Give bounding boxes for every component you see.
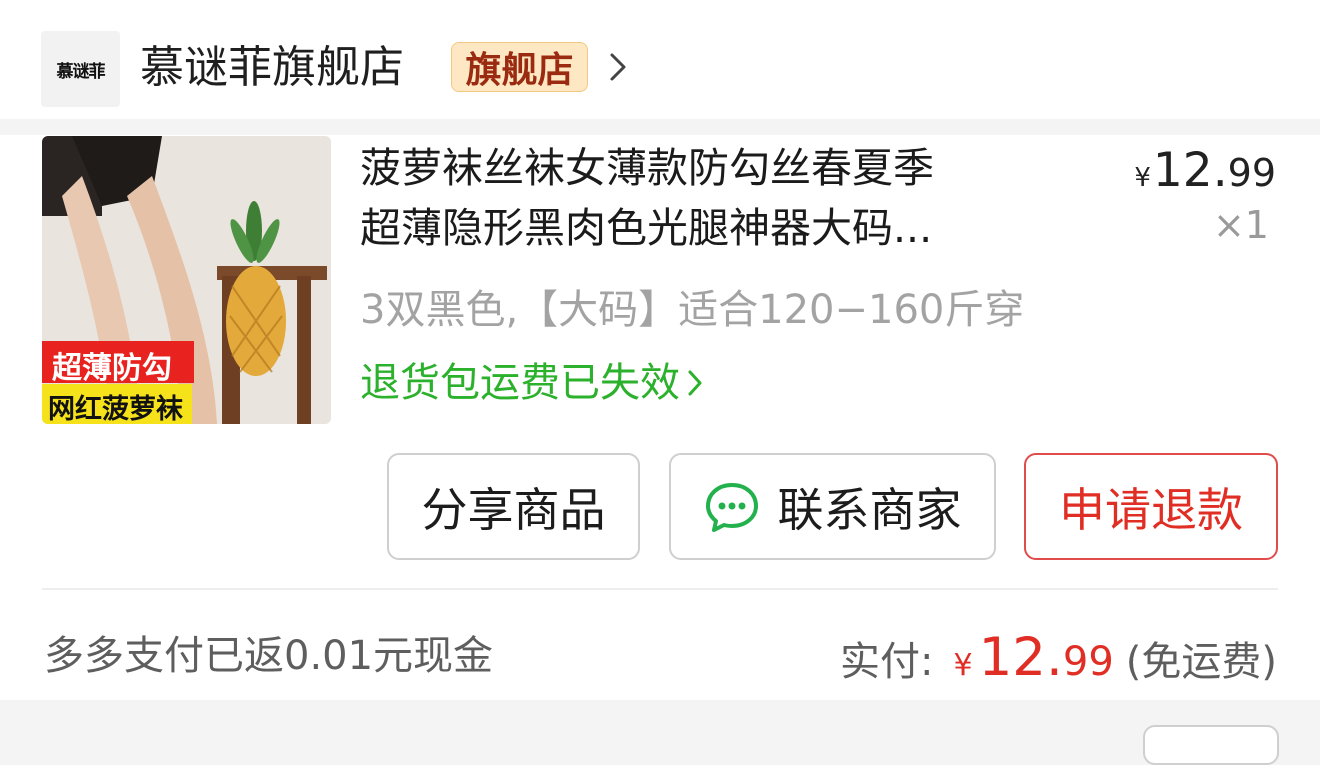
product-title[interactable]: 菠萝袜丝袜女薄款防勾丝春夏季 超薄隐形黑肉色光腿神器大码... <box>360 138 1060 258</box>
paid-symbol: ¥ <box>953 648 973 683</box>
divider <box>42 588 1278 590</box>
share-product-label: 分享商品 <box>421 482 606 537</box>
price-decimal: 99 <box>1227 151 1276 195</box>
unit-price: ¥12.99 <box>1134 143 1276 198</box>
paid-integer: 12. <box>978 627 1063 688</box>
price-integer: 12. <box>1152 143 1228 198</box>
image-caption-bottom: 网红菠萝袜 <box>48 394 183 424</box>
request-refund-button[interactable]: 申请退款 <box>1024 453 1278 560</box>
image-caption-top: 超薄防勾 <box>52 351 172 386</box>
flagship-badge: 旗舰店 <box>451 42 588 92</box>
next-order-button-partial[interactable] <box>1143 725 1279 765</box>
amount-paid: 实付: ¥ 12. 99 (免运费) <box>840 628 1277 696</box>
product-title-line-1: 菠萝袜丝袜女薄款防勾丝春夏季 <box>360 144 934 192</box>
contact-merchant-label: 联系商家 <box>777 482 962 537</box>
price-symbol: ¥ <box>1134 163 1151 193</box>
quantity: ×1 <box>1212 203 1269 247</box>
cashback-text: 多多支付已返0.01元现金 <box>44 633 494 679</box>
chat-bubble-icon <box>705 482 758 532</box>
chevron-right-icon[interactable] <box>606 50 630 84</box>
notice-text: 退货包运费已失效 <box>360 360 680 406</box>
paid-decimal: 99 <box>1062 639 1114 685</box>
paid-label: 实付: <box>840 639 934 685</box>
share-product-button[interactable]: 分享商品 <box>387 453 640 560</box>
product-spec: 3双黑色,【大码】适合120−160斤穿 <box>360 287 1025 333</box>
product-thumbnail[interactable]: 超薄防勾 网红菠萝袜 <box>42 136 331 424</box>
shipping-note: (免运费) <box>1125 639 1277 685</box>
return-shipping-notice[interactable]: 退货包运费已失效 <box>360 355 704 411</box>
product-title-line-2: 超薄隐形黑肉色光腿神器大码... <box>360 204 933 252</box>
section-gap <box>0 119 1320 135</box>
chevron-right-icon <box>688 370 702 396</box>
request-refund-label: 申请退款 <box>1059 482 1243 537</box>
store-logo[interactable]: 慕谜菲 <box>41 31 120 107</box>
store-name[interactable]: 慕谜菲旗舰店 <box>140 38 404 98</box>
contact-merchant-button[interactable]: 联系商家 <box>669 453 996 560</box>
